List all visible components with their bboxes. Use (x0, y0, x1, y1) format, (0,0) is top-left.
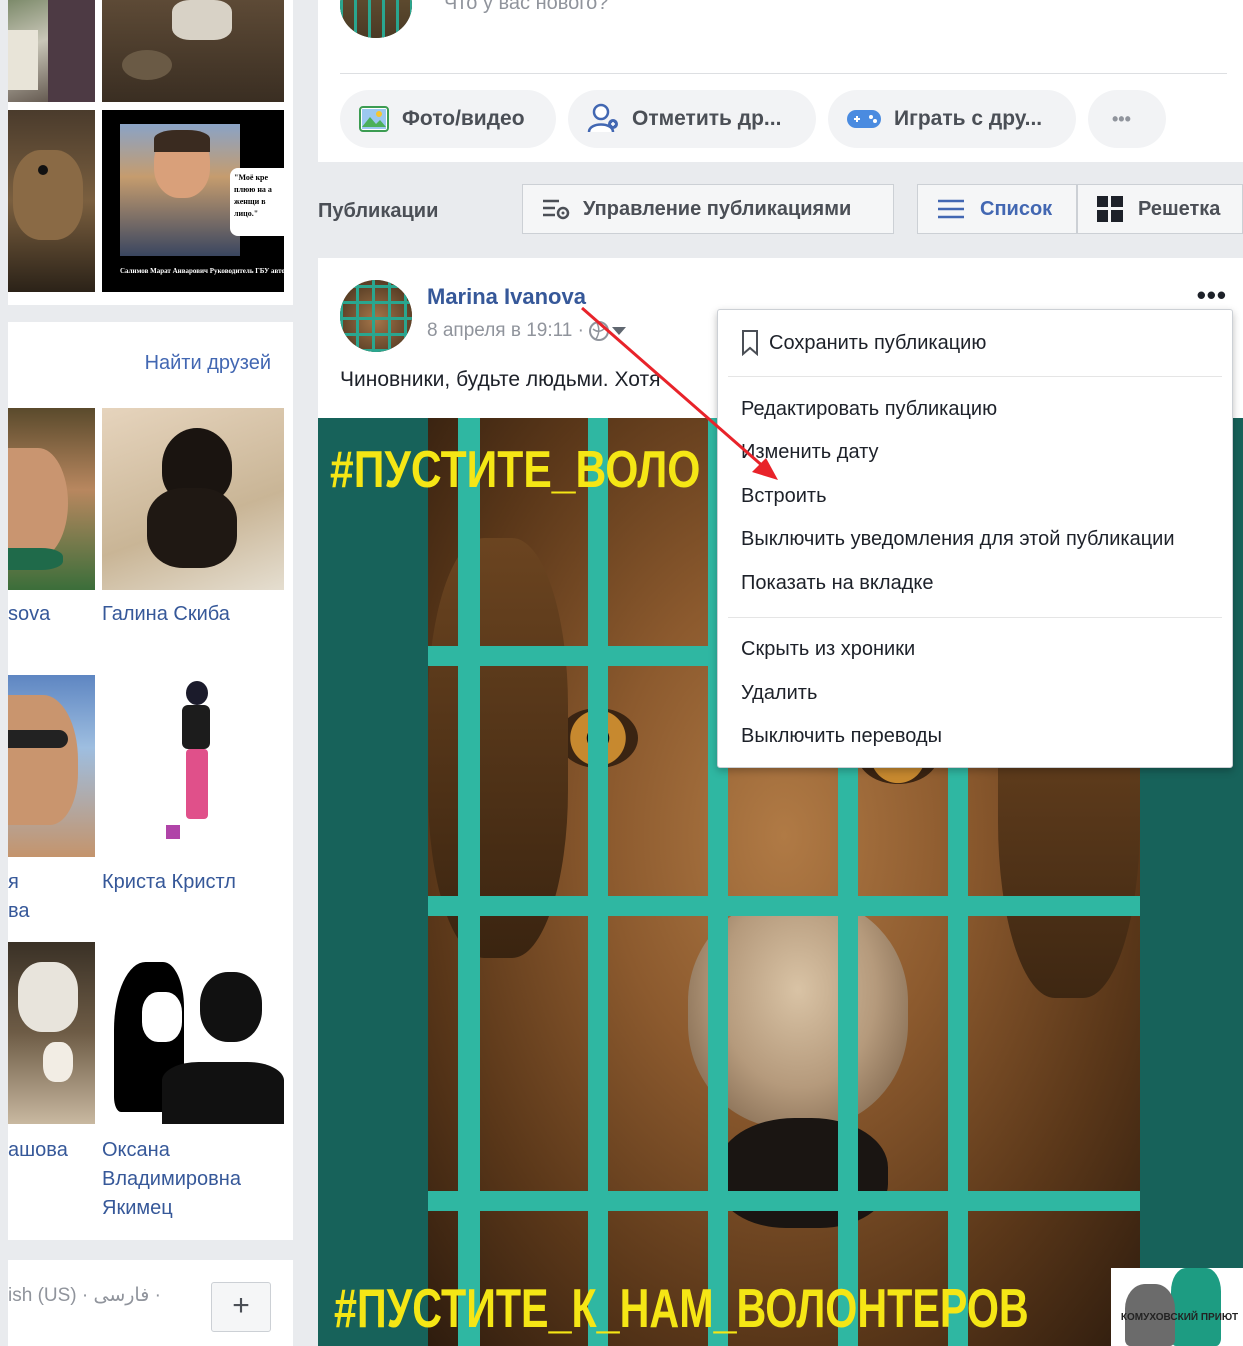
language-links[interactable]: ish (US) · فارسی · (8, 1284, 161, 1307)
menu-item-embed[interactable]: Встроить (741, 485, 827, 508)
photo-thumbnail[interactable] (8, 110, 95, 292)
play-with-friends-button[interactable]: Играть с дру... (828, 90, 1076, 148)
friend-photo[interactable] (102, 942, 284, 1124)
post-date[interactable]: 8 апреля в 19:11 · (427, 320, 584, 342)
friend-photo[interactable] (8, 675, 95, 857)
tag-friends-label: Отметить др... (632, 107, 782, 130)
post-options-menu: Сохранить публикацию Редактировать публи… (717, 309, 1233, 768)
more-options-button[interactable]: ••• (1088, 90, 1166, 148)
menu-item-turn-off-notifications[interactable]: Выключить уведомления для этой публикаци… (741, 528, 1175, 551)
menu-item-edit-post[interactable]: Редактировать публикацию (741, 398, 997, 421)
grid-icon (1097, 196, 1123, 222)
friends-card: Найти друзей sova Галина Скиба я ва Крис… (8, 322, 293, 1240)
avatar[interactable] (340, 280, 412, 352)
divider (340, 73, 1227, 74)
menu-item-save-post[interactable]: Сохранить публикацию (741, 330, 986, 356)
photo-quote: "Моё кре плюю на а женщи в лицо." (230, 168, 284, 236)
photo-thumbnail[interactable] (8, 0, 95, 102)
manage-posts-icon (543, 199, 570, 220)
menu-item-turn-off-translations[interactable]: Выключить переводы (741, 725, 942, 748)
find-friends-link[interactable]: Найти друзей (145, 352, 271, 375)
grid-view-button[interactable]: Решетка (1077, 184, 1243, 234)
tag-friends-button[interactable]: Отметить др... (568, 90, 816, 148)
list-view-label: Список (980, 197, 1053, 220)
friend-name[interactable]: Криста Кристл (102, 868, 236, 897)
manage-posts-button[interactable]: Управление публикациями (522, 184, 894, 234)
photo-thumbnail[interactable]: "Моё кре плюю на а женщи в лицо." Салимо… (102, 110, 284, 292)
add-language-button[interactable]: + (211, 1282, 271, 1332)
menu-divider (728, 617, 1222, 618)
menu-divider (728, 376, 1222, 377)
friend-name[interactable]: я ва (8, 868, 30, 926)
shelter-logo-text: КОМУХОВСКИЙ ПРИЮТ (1120, 1312, 1239, 1323)
tag-friends-icon (587, 103, 618, 133)
friend-photo[interactable] (102, 675, 284, 857)
friend-name[interactable]: ашова (8, 1136, 68, 1165)
post-composer: Что у вас нового? Фото/видео Отметить др… (318, 0, 1243, 162)
photo-icon (359, 106, 389, 132)
friend-photo[interactable] (8, 408, 95, 590)
photo-thumbnail[interactable] (102, 0, 284, 102)
photo-video-label: Фото/видео (402, 107, 525, 130)
list-icon (938, 199, 964, 219)
image-hashtag-top: #ПУСТИТЕ_ВОЛО (330, 441, 701, 499)
photos-card: "Моё кре плюю на а женщи в лицо." Салимо… (8, 0, 293, 305)
menu-item-change-date[interactable]: Изменить дату (741, 441, 879, 464)
audience-globe-icon[interactable] (588, 320, 628, 342)
photo-video-button[interactable]: Фото/видео (340, 90, 556, 148)
list-view-button[interactable]: Список (917, 184, 1077, 234)
menu-item-show-on-tab[interactable]: Показать на вкладке (741, 572, 933, 595)
friend-name[interactable]: Галина Скиба (102, 600, 230, 629)
photo-footer-caption: Салимов Марат Анварович Руководитель ГБУ… (120, 267, 284, 275)
menu-item-delete[interactable]: Удалить (741, 682, 817, 705)
avatar (340, 0, 412, 38)
friend-photo[interactable] (8, 942, 95, 1124)
menu-item-label: Сохранить публикацию (769, 331, 987, 354)
post-meta: 8 апреля в 19:11 · (427, 320, 628, 342)
menu-item-hide-from-timeline[interactable]: Скрыть из хроники (741, 638, 915, 661)
play-with-friends-label: Играть с дру... (894, 107, 1043, 130)
post-options-button[interactable]: ••• (1197, 280, 1227, 311)
friend-name[interactable]: sova (8, 600, 50, 629)
shelter-logo: КОМУХОВСКИЙ ПРИЮТ (1111, 1268, 1243, 1346)
left-column: "Моё кре плюю на а женщи в лицо." Салимо… (8, 0, 293, 1346)
manage-posts-label: Управление публикациями (583, 197, 852, 220)
more-options-label: ••• (1112, 108, 1131, 129)
post-text: Чиновники, будьте людьми. Хотя (340, 368, 661, 391)
image-hashtag-bottom: #ПУСТИТЕ_К_НАМ_ВОЛОНТЕРОВ (334, 1277, 1029, 1339)
friend-photo[interactable] (102, 408, 284, 590)
post-author[interactable]: Marina Ivanova (427, 284, 586, 310)
friend-name[interactable]: Оксана Владимировна Якимец (102, 1136, 241, 1223)
facebook-timeline: "Моё кре плюю на а женщи в лицо." Салимо… (0, 0, 1243, 1346)
bookmark-icon (742, 330, 758, 356)
grid-view-label: Решетка (1138, 197, 1221, 220)
footer-card: ish (US) · فارسی · + (8, 1260, 293, 1346)
composer-placeholder[interactable]: Что у вас нового? (444, 0, 608, 15)
publications-label: Публикации (318, 200, 439, 222)
game-controller-icon (847, 110, 881, 128)
